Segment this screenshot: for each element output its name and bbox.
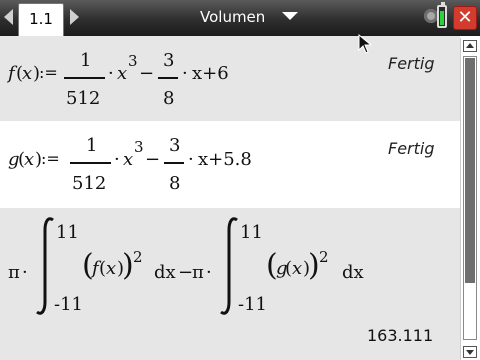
integral-lower-bound: -11 (238, 294, 267, 315)
history-entry-f[interactable]: f ( x ) := 1 512 · x 3 − 3 8 · x+6 Ferti… (0, 36, 460, 121)
close-button[interactable]: ✕ (453, 6, 477, 30)
scroll-track[interactable] (463, 56, 477, 340)
battery-icon (437, 2, 447, 28)
multiply-dot: · (188, 149, 194, 170)
fraction-numerator: 1 (80, 50, 92, 71)
integral-result: 163.111 (367, 326, 434, 345)
variable: x (24, 149, 35, 170)
scroll-down-button[interactable] (463, 346, 477, 358)
fraction-denominator: 8 (169, 173, 181, 194)
fraction-bar (158, 77, 178, 79)
variable: x (292, 258, 303, 279)
entry-result: Fertig (388, 139, 435, 158)
multiply-dot: · (206, 262, 212, 283)
left-arrow-icon[interactable] (4, 9, 13, 25)
fraction-denominator: 512 (66, 88, 101, 109)
scroll-up-button[interactable] (463, 40, 477, 52)
multiply-dot: · (114, 149, 120, 170)
minus-operator: − (139, 63, 155, 84)
minus-operator: − (178, 262, 194, 283)
minus-operator: − (145, 149, 161, 170)
dx: dx (154, 262, 176, 283)
history-entry-g[interactable]: g ( x ) := 1 512 · x 3 − 3 8 · x+5.8 Fer… (0, 121, 460, 208)
function-name: f (92, 258, 99, 279)
history-entry-integral[interactable]: π · 11 -11 ( f ( x ) ) 2 dx − π · 11 -11… (0, 208, 460, 360)
fraction-bar (70, 162, 111, 164)
dx: dx (342, 262, 364, 283)
multiply-dot: · (22, 262, 28, 283)
exponent: 3 (134, 138, 144, 156)
chevron-down-icon[interactable] (282, 12, 298, 20)
exponent: 2 (319, 248, 329, 266)
scroll-thumb[interactable] (465, 58, 475, 283)
integral-upper-bound: 11 (240, 222, 263, 243)
pi-symbol: π (8, 262, 20, 283)
fraction-numerator: 3 (169, 135, 181, 156)
title-bar: 1.1 Volumen ✕ (0, 0, 480, 36)
vertical-scrollbar[interactable] (460, 38, 480, 360)
multiply-dot: · (108, 63, 114, 84)
exponent: 2 (133, 248, 143, 266)
tab-page[interactable]: 1.1 (18, 3, 64, 36)
integral-lower-bound: -11 (54, 294, 83, 315)
variable: x (106, 258, 117, 279)
paren-close: ) (308, 248, 320, 283)
expression-tail: x+6 (192, 63, 229, 84)
fraction-bar (64, 77, 105, 79)
paren-open: ( (99, 258, 107, 279)
fraction-numerator: 3 (163, 50, 175, 71)
x-term: x (117, 63, 128, 84)
mouse-pointer-icon (358, 34, 372, 54)
assign-operator: := (39, 63, 58, 82)
function-name: f (8, 63, 15, 84)
fraction-numerator: 1 (86, 135, 98, 156)
fraction-bar (164, 162, 184, 164)
battery-level (440, 11, 444, 25)
pi-symbol: π (192, 262, 204, 283)
fraction-denominator: 512 (72, 173, 107, 194)
entry-result: Fertig (388, 54, 435, 73)
integral-upper-bound: 11 (56, 222, 79, 243)
calculator-history[interactable]: f ( x ) := 1 512 · x 3 − 3 8 · x+6 Ferti… (0, 36, 460, 360)
gear-icon[interactable] (424, 9, 438, 23)
assign-operator: := (41, 149, 60, 168)
close-icon: ✕ (457, 7, 473, 28)
right-arrow-icon[interactable] (70, 9, 79, 25)
paren-open: ( (285, 258, 293, 279)
expression-tail: x+5.8 (198, 149, 252, 170)
x-term: x (123, 149, 134, 170)
document-title[interactable]: Volumen (200, 8, 265, 26)
multiply-dot: · (182, 63, 188, 84)
paren-close: ) (122, 248, 134, 283)
variable: x (22, 63, 33, 84)
integral-sign-icon (220, 217, 238, 315)
exponent: 3 (128, 52, 138, 70)
fraction-denominator: 8 (163, 88, 175, 109)
integral-sign-icon (36, 217, 54, 315)
